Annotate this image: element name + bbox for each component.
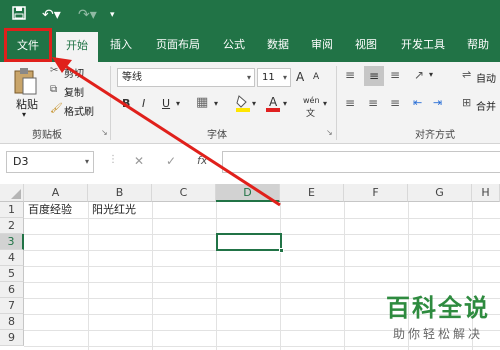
font-group-label: 字体: [207, 130, 227, 141]
quick-access-toolbar: ↶▾ ↷▾ ▾: [0, 0, 500, 30]
shrink-font-button[interactable]: A: [313, 72, 319, 82]
copy-button[interactable]: 复制: [64, 84, 84, 99]
phonetic-dropdown-icon[interactable]: ▾: [323, 99, 327, 108]
font-name-select[interactable]: 等线 ▾: [117, 68, 255, 87]
tab-review[interactable]: 审阅: [302, 30, 342, 62]
merge-center-button[interactable]: 合并: [476, 98, 496, 113]
insert-function-button[interactable]: fx: [197, 154, 207, 167]
tab-developer[interactable]: 开发工具: [392, 30, 454, 62]
divider: [110, 66, 111, 140]
column-header-e[interactable]: E: [280, 184, 344, 202]
row-header-8[interactable]: 8: [0, 314, 24, 330]
column-header-f[interactable]: F: [344, 184, 408, 202]
row-header-7[interactable]: 7: [0, 298, 24, 314]
align-right-icon[interactable]: ≡: [390, 96, 400, 110]
borders-dropdown-icon[interactable]: ▾: [214, 99, 218, 108]
column-header-b[interactable]: B: [88, 184, 152, 202]
clipboard-group-label: 剪贴板: [32, 130, 62, 141]
fill-handle[interactable]: [279, 248, 284, 253]
more-options-icon: ⋮: [108, 154, 118, 165]
row-header-3[interactable]: 3: [0, 234, 24, 250]
phonetic-button[interactable]: wén: [303, 96, 320, 105]
row-header-1[interactable]: 1: [0, 202, 24, 218]
format-painter-icon[interactable]: 🖌: [50, 103, 63, 114]
fill-color-icon[interactable]: [236, 94, 250, 112]
format-painter-button[interactable]: 格式刷: [64, 103, 94, 118]
select-all-corner[interactable]: [0, 184, 24, 202]
selected-cell-d3[interactable]: [216, 233, 284, 253]
underline-dropdown-icon[interactable]: ▾: [176, 99, 180, 108]
cell-a1[interactable]: 百度经验: [26, 202, 72, 218]
underline-button[interactable]: U: [162, 97, 170, 110]
watermark-subtitle: 助你轻松解决: [392, 327, 483, 341]
watermark-title: 百科全说: [386, 294, 490, 322]
divider: [336, 66, 337, 140]
cut-icon[interactable]: ✂: [50, 65, 58, 76]
align-left-icon[interactable]: ≡: [345, 96, 355, 110]
tab-file[interactable]: 文件: [4, 28, 52, 62]
decrease-indent-icon[interactable]: ⇤: [413, 96, 422, 109]
watermark: 百科全说 助你轻松解决: [386, 288, 490, 342]
bottom-align-icon[interactable]: ≡: [390, 68, 400, 82]
fill-color-dropdown-icon[interactable]: ▾: [252, 99, 256, 108]
bold-button[interactable]: B: [122, 97, 130, 110]
merge-center-icon[interactable]: ⊞: [462, 96, 471, 109]
tab-home[interactable]: 开始: [56, 32, 98, 64]
phonetic-icon: 文: [306, 109, 316, 119]
row-header-5[interactable]: 5: [0, 266, 24, 282]
paste-button[interactable]: 粘贴: [16, 96, 38, 112]
font-color-dropdown-icon[interactable]: ▾: [283, 99, 287, 108]
font-launcher-icon[interactable]: ↘: [326, 128, 333, 137]
increase-indent-icon[interactable]: ⇥: [433, 96, 442, 109]
tab-data[interactable]: 数据: [258, 30, 298, 62]
clipboard-launcher-icon[interactable]: ↘: [101, 128, 108, 137]
grow-font-button[interactable]: A: [296, 70, 304, 84]
column-header-a[interactable]: A: [24, 184, 88, 202]
wrap-text-icon[interactable]: ⇌: [462, 68, 471, 81]
row-header-9[interactable]: 9: [0, 330, 24, 346]
tab-formulas[interactable]: 公式: [214, 30, 254, 62]
tab-page-layout[interactable]: 页面布局: [144, 30, 212, 62]
column-header-g[interactable]: G: [408, 184, 472, 202]
undo-icon[interactable]: ↶▾: [42, 6, 61, 24]
font-color-icon[interactable]: A: [266, 94, 280, 112]
column-header-h[interactable]: H: [472, 184, 500, 202]
column-header-d[interactable]: D: [216, 184, 280, 202]
save-icon[interactable]: [12, 6, 26, 25]
italic-button[interactable]: I: [142, 97, 145, 110]
confirm-icon[interactable]: ✓: [166, 154, 176, 168]
column-header-c[interactable]: C: [152, 184, 216, 202]
cancel-icon[interactable]: ✕: [134, 154, 144, 168]
paste-dropdown-icon[interactable]: ▾: [22, 110, 26, 119]
align-center-icon[interactable]: ≡: [368, 96, 378, 110]
paste-icon[interactable]: [10, 66, 40, 96]
svg-text:A: A: [269, 95, 278, 109]
customize-icon[interactable]: ▾: [110, 6, 115, 24]
name-box-dropdown-icon[interactable]: ▾: [85, 152, 89, 172]
cell-b1[interactable]: 阳光红光: [90, 202, 136, 218]
orientation-icon[interactable]: ↗: [414, 68, 424, 82]
tab-insert[interactable]: 插入: [100, 30, 142, 62]
alignment-group-label: 对齐方式: [415, 130, 455, 141]
middle-align-icon[interactable]: ≡: [364, 66, 384, 86]
row-header-4[interactable]: 4: [0, 250, 24, 266]
formula-bar: D3 ▾ ⋮ ✕ ✓ fx: [0, 144, 500, 182]
cut-button[interactable]: 剪切: [64, 65, 84, 80]
top-align-icon[interactable]: ≡: [345, 68, 355, 82]
row-header-2[interactable]: 2: [0, 218, 24, 234]
redo-icon[interactable]: ↷▾: [78, 6, 97, 24]
tab-help[interactable]: 帮助: [458, 30, 498, 62]
orientation-dropdown-icon[interactable]: ▾: [429, 70, 433, 79]
borders-icon[interactable]: ▦: [196, 95, 208, 110]
row-header-6[interactable]: 6: [0, 282, 24, 298]
font-size-select[interactable]: 11 ▾: [257, 68, 291, 87]
tab-view[interactable]: 视图: [346, 30, 386, 62]
ribbon-tabs: 文件 开始 插入 页面布局 公式 数据 审阅 视图 开发工具 帮助: [0, 28, 500, 64]
name-box[interactable]: D3 ▾: [6, 151, 94, 173]
ribbon-home: 粘贴 ▾ ✂ 剪切 ⧉ 复制 🖌 格式刷 剪贴板 ↘ 等线 ▾ 11 ▾ A A B…: [0, 62, 500, 144]
copy-icon[interactable]: ⧉: [50, 84, 57, 95]
wrap-text-button[interactable]: 自动: [476, 70, 496, 85]
formula-input[interactable]: [222, 151, 500, 173]
